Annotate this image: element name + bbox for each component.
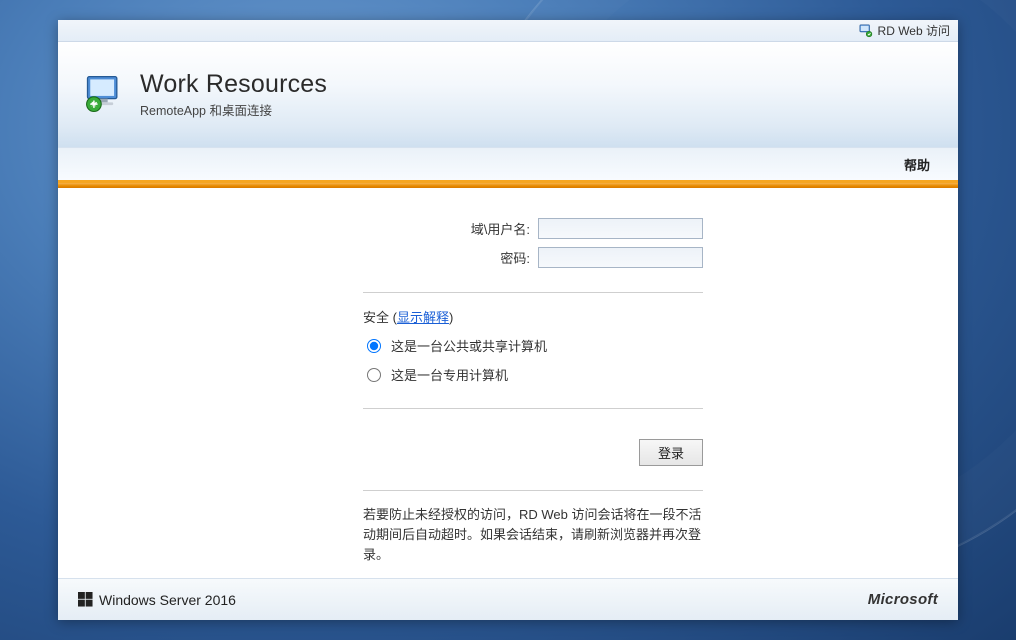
show-explain-link[interactable]: 显示解释 — [397, 310, 449, 325]
footer-left: Windows Server 2016 — [78, 592, 236, 608]
security-label-suffix: ) — [449, 310, 453, 325]
rdweb-icon — [859, 24, 873, 38]
timeout-notice: 若要防止未经授权的访问，RD Web 访问会话将在一段不活动期间后自动超时。如果… — [363, 505, 703, 565]
password-row: 密码: — [363, 247, 703, 268]
divider — [363, 490, 703, 491]
security-label-prefix: 安全 ( — [363, 310, 397, 325]
radio-public-label: 这是一台公共或共享计算机 — [391, 336, 547, 355]
topbar-label: RD Web 访问 — [878, 22, 950, 39]
security-option-public[interactable]: 这是一台公共或共享计算机 — [363, 336, 703, 355]
login-panel: RD Web 访问 Work Resources RemoteApp 和桌面连接… — [58, 20, 958, 620]
header: Work Resources RemoteApp 和桌面连接 — [58, 42, 958, 147]
username-input[interactable] — [538, 218, 703, 239]
security-option-private[interactable]: 这是一台专用计算机 — [363, 365, 703, 384]
security-heading: 安全 (显示解释) — [363, 307, 703, 326]
content-area: 域\用户名: 密码: 安全 (显示解释) 这是一台公共或共享计算机 这是一台专用… — [58, 188, 958, 578]
radio-public[interactable] — [367, 339, 381, 353]
header-titles: Work Resources RemoteApp 和桌面连接 — [140, 70, 327, 119]
footer: Windows Server 2016 Microsoft — [58, 578, 958, 620]
username-label: 域\用户名: — [471, 219, 530, 238]
login-button[interactable]: 登录 — [639, 439, 703, 466]
page-subtitle: RemoteApp 和桌面连接 — [140, 100, 327, 119]
divider — [363, 408, 703, 409]
windows-icon — [78, 592, 93, 607]
submit-row: 登录 — [363, 439, 703, 466]
app-logo-icon — [82, 73, 126, 117]
menubar: 帮助 — [58, 147, 958, 183]
radio-private-label: 这是一台专用计算机 — [391, 365, 508, 384]
footer-vendor: Microsoft — [868, 591, 938, 608]
divider — [363, 292, 703, 293]
help-link[interactable]: 帮助 — [904, 155, 930, 174]
topbar: RD Web 访问 — [58, 20, 958, 42]
footer-product: Windows Server 2016 — [99, 592, 236, 608]
login-form: 域\用户名: 密码: 安全 (显示解释) 这是一台公共或共享计算机 这是一台专用… — [363, 218, 703, 578]
username-row: 域\用户名: — [363, 218, 703, 239]
password-label: 密码: — [500, 248, 530, 267]
page-title: Work Resources — [140, 70, 327, 99]
radio-private[interactable] — [367, 368, 381, 382]
password-input[interactable] — [538, 247, 703, 268]
